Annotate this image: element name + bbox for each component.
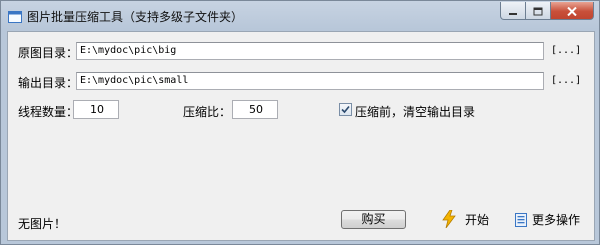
output-dir-input[interactable]: E:\mydoc\pic\small: [76, 72, 544, 90]
lightning-icon: [441, 209, 457, 229]
buy-button[interactable]: 购买: [341, 210, 406, 229]
thread-count-label: 线程数量：: [18, 105, 79, 119]
list-document-icon: [515, 212, 527, 227]
source-dir-label: 原图目录：: [18, 46, 79, 60]
more-actions-label: 更多操作: [532, 213, 581, 227]
close-icon: [567, 1, 577, 20]
maximize-icon: [533, 1, 543, 20]
app-window-icon: [8, 9, 22, 23]
start-label: 开始: [465, 212, 490, 227]
caption-buttons: [500, 2, 594, 20]
output-browse-button[interactable]: [...]: [551, 75, 581, 86]
thread-count-input[interactable]: 10: [73, 100, 119, 119]
output-dir-label: 输出目录：: [18, 76, 79, 90]
source-dir-input[interactable]: E:\mydoc\pic\big: [76, 42, 544, 60]
compression-ratio-input[interactable]: 50: [232, 100, 278, 119]
source-browse-button[interactable]: [...]: [551, 45, 581, 56]
close-button[interactable]: [551, 2, 594, 20]
main-panel: 原图目录： E:\mydoc\pic\big [...] 输出目录： E:\my…: [7, 31, 595, 241]
status-text: 无图片！: [18, 217, 67, 231]
start-button[interactable]: 开始: [441, 209, 490, 229]
clear-output-checkbox[interactable]: [339, 103, 352, 116]
app-window: 图片批量压缩工具（支持多级子文件夹） 原图目录： E:\mydoc\pic\bi…: [0, 0, 600, 245]
window-title: 图片批量压缩工具（支持多级子文件夹）: [27, 10, 244, 24]
clear-output-label[interactable]: 压缩前，清空输出目录: [355, 103, 475, 120]
minimize-button[interactable]: [500, 2, 526, 20]
title-bar[interactable]: 图片批量压缩工具（支持多级子文件夹）: [1, 1, 599, 31]
maximize-button[interactable]: [526, 2, 551, 20]
more-actions-button[interactable]: 更多操作: [515, 211, 580, 228]
compression-ratio-label: 压缩比：: [183, 105, 232, 119]
minimize-icon: [508, 1, 518, 20]
